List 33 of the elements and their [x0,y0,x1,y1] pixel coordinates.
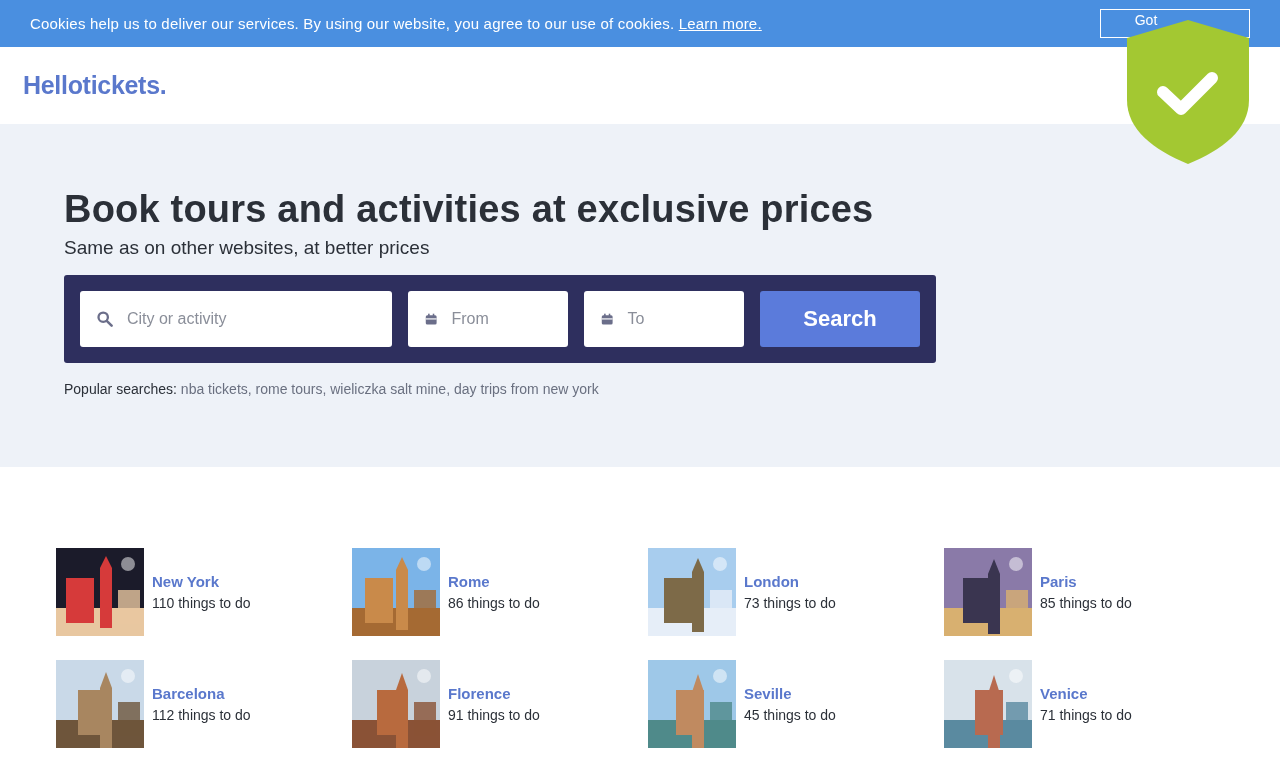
calendar-icon [425,311,438,327]
from-date-input[interactable]: From [449,309,551,329]
city-link[interactable]: Rome [448,573,540,590]
city-link[interactable]: London [744,573,836,590]
to-date-field[interactable]: To [584,291,744,347]
search-icon [97,310,113,328]
activity-count: 85 things to do [1040,595,1132,611]
city-link[interactable]: Florence [448,685,540,702]
city-link[interactable]: Seville [744,685,836,702]
popular-searches-links[interactable]: nba tickets, rome tours, wieliczka salt mine, day trips from new york [180,381,599,397]
activity-count: 73 things to do [744,595,836,611]
city-input[interactable]: City or activity [124,309,375,329]
city-link[interactable]: Paris [1040,573,1132,590]
city-link[interactable]: Venice [1040,685,1132,702]
to-date-input[interactable]: To [625,309,727,329]
activity-count: 45 things to do [744,707,836,723]
city-search-field[interactable]: City or activity [80,291,392,347]
from-date-field[interactable]: From [408,291,568,347]
activity-count: 86 things to do [448,595,540,611]
calendar-icon [601,311,614,327]
activity-count: 112 things to do [152,707,251,723]
activity-count: 91 things to do [448,707,540,723]
hero-title: Book tours and activities at exclusive prices [64,188,875,231]
city-link[interactable]: New York [152,573,251,590]
activity-count: 71 things to do [1040,707,1132,723]
activity-count: 110 things to do [152,595,251,611]
learn-more-link[interactable]: Learn more. [678,15,762,32]
site-logo[interactable]: Hellotickets. [23,71,167,100]
city-link[interactable]: Barcelona [152,685,251,702]
hero-subtitle: Same as on other websites, at better prices [64,237,431,259]
cookie-message: Cookies help us to deliver our services. By using our website, you agree to our use of cookies. Learn more. [30,15,763,32]
popular-searches-label: Popular searches: [64,381,177,397]
search-button[interactable]: Search [760,291,920,347]
